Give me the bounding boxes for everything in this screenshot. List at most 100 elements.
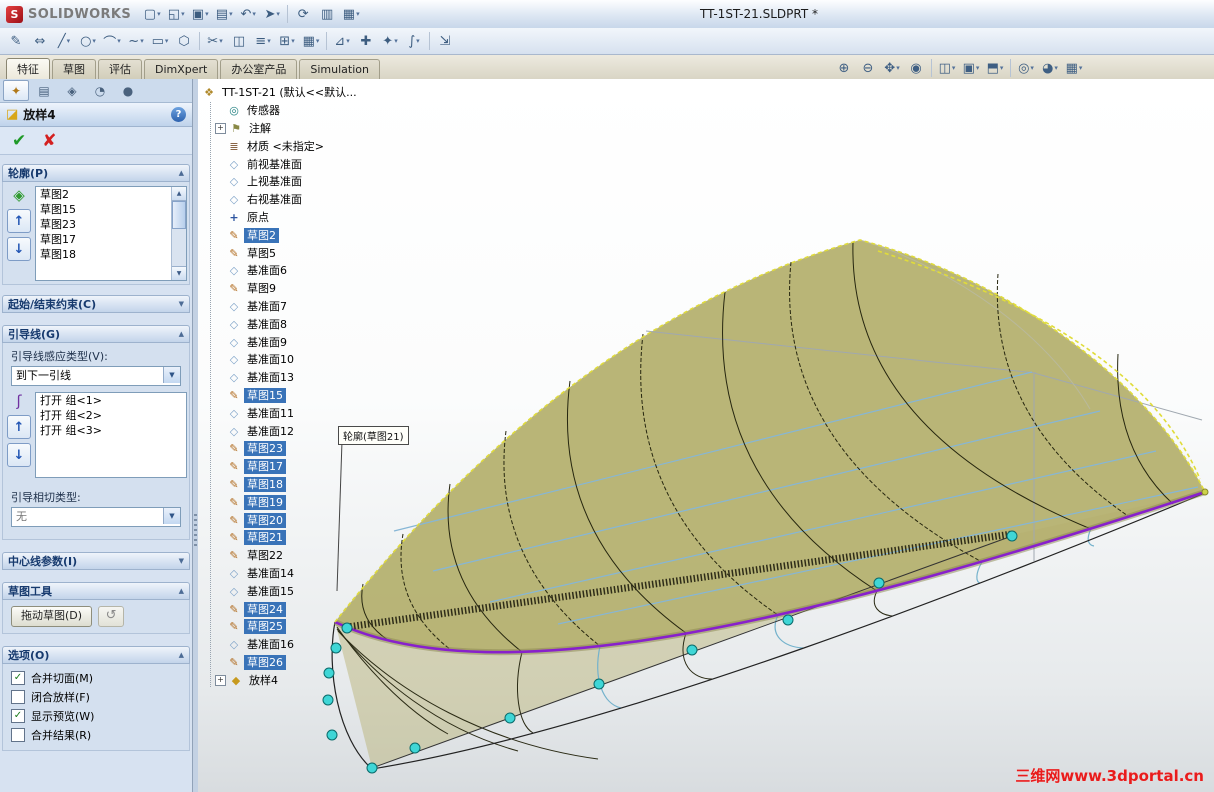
profile-list-item[interactable]: 草图18	[36, 247, 186, 262]
tree-item[interactable]: ✎草图24	[202, 600, 387, 618]
save-icon[interactable]: ▣▾	[188, 3, 212, 25]
expand-plus-icon[interactable]: +	[215, 675, 226, 686]
dropdown-arrow-icon[interactable]: ▼	[163, 367, 180, 383]
pan-icon[interactable]: ✥▾	[880, 57, 904, 79]
scroll-thumb[interactable]	[172, 201, 186, 229]
tree-item[interactable]: ◇右视基准面	[202, 191, 387, 209]
tab-Simulation[interactable]: Simulation	[299, 59, 380, 79]
file-properties-icon[interactable]: ▥	[315, 3, 339, 25]
section-header-guides[interactable]: 引导线(G) ▲	[2, 325, 190, 343]
profile-list-item[interactable]: 草图15	[36, 202, 186, 217]
rotate-view-icon[interactable]: ◉	[904, 57, 928, 79]
open-file-icon[interactable]: ◱▾	[164, 3, 188, 25]
profile-list-item[interactable]: 草图17	[36, 232, 186, 247]
tree-item[interactable]: ✎草图19	[202, 493, 387, 511]
section-header-centerline[interactable]: 中心线参数(I) ▼	[2, 552, 190, 570]
displaymanager-tab[interactable]: ◔	[87, 80, 113, 101]
guide-tangency-dropdown[interactable]: 无 ▼	[11, 507, 181, 527]
display-style-icon[interactable]: ⬒▾	[983, 57, 1007, 79]
tree-item[interactable]: ✎草图21	[202, 529, 387, 547]
expand-plus-icon[interactable]: +	[215, 123, 226, 134]
tree-item[interactable]: ◇基准面8	[202, 315, 387, 333]
hull-surface[interactable]	[335, 240, 1205, 652]
checkbox[interactable]: ✓	[11, 709, 25, 723]
tree-item[interactable]: ◇基准面13	[202, 369, 387, 387]
checkbox[interactable]: ✓	[11, 671, 25, 685]
checkbox[interactable]	[11, 690, 25, 704]
offset-icon[interactable]: ≡▾	[251, 30, 275, 52]
tree-item[interactable]: +原点	[202, 209, 387, 227]
cancel-button[interactable]: ✘	[42, 131, 56, 151]
spline-tools-icon[interactable]: ∫▾	[402, 30, 426, 52]
guide-down-button[interactable]: ↓	[7, 443, 31, 467]
tree-item[interactable]: ✎草图5	[202, 244, 387, 262]
undo-icon[interactable]: ↺	[98, 606, 124, 627]
tree-item[interactable]: ◇基准面6	[202, 262, 387, 280]
tree-item[interactable]: ✎草图20	[202, 511, 387, 529]
tree-item[interactable]: ◇基准面9	[202, 333, 387, 351]
tree-item[interactable]: ◎传感器	[202, 102, 387, 120]
tree-item[interactable]: ◇基准面11	[202, 404, 387, 422]
appearance-icon[interactable]: ◕▾	[1038, 57, 1062, 79]
tab-办公室产品[interactable]: 办公室产品	[220, 59, 297, 79]
line-icon[interactable]: ╱▾	[52, 30, 76, 52]
move-up-button[interactable]: ↑	[7, 209, 31, 233]
guides-listbox[interactable]: 打开 组<1>打开 组<2>打开 组<3>	[35, 392, 187, 478]
tree-item[interactable]: ✎草图25	[202, 618, 387, 636]
section-header-sketch-tools[interactable]: 草图工具 ▲	[2, 582, 190, 600]
dimxpert-tab[interactable]: ◈	[59, 80, 85, 101]
select-icon[interactable]: ➤▾	[260, 3, 284, 25]
section-header-profiles[interactable]: 轮廓(P) ▲	[2, 164, 190, 182]
tree-root[interactable]: ❖TT-1ST-21 (默认<<默认...	[202, 84, 387, 102]
profiles-scrollbar[interactable]: ▲ ▼	[171, 187, 186, 280]
tree-item[interactable]: ✎草图17	[202, 458, 387, 476]
tree-item[interactable]: ◇上视基准面	[202, 173, 387, 191]
convert-entities-icon[interactable]: ◫	[227, 30, 251, 52]
tree-item[interactable]: ≣材质 <未指定>	[202, 137, 387, 155]
tree-item[interactable]: ✎草图9	[202, 280, 387, 298]
polygon-icon[interactable]: ⬡	[172, 30, 196, 52]
profile-list-item[interactable]: 草图2	[36, 187, 186, 202]
tab-草图[interactable]: 草图	[52, 59, 96, 79]
scene-icon[interactable]: ▦▾	[1062, 57, 1086, 79]
guide-list-item[interactable]: 打开 组<3>	[36, 423, 186, 438]
tree-item[interactable]: ◇基准面15	[202, 582, 387, 600]
drag-sketch-button[interactable]: 拖动草图(D)	[11, 606, 92, 627]
section-header-start-end[interactable]: 起始/结束约束(C) ▼	[2, 295, 190, 313]
dropdown-arrow-icon[interactable]: ▼	[163, 508, 180, 524]
tab-DimXpert[interactable]: DimXpert	[144, 59, 218, 79]
propertymanager-tab[interactable]: ✦	[3, 80, 29, 101]
tree-item[interactable]: ◇基准面16	[202, 636, 387, 654]
guide-list-item[interactable]: 打开 组<1>	[36, 393, 186, 408]
rebuild-icon[interactable]: ⟳	[291, 3, 315, 25]
tree-item[interactable]: ✎草图26	[202, 654, 387, 672]
options-icon[interactable]: ▦▾	[339, 3, 363, 25]
arc-icon[interactable]: ⌒▾	[100, 30, 124, 52]
tree-item[interactable]: ◇基准面10	[202, 351, 387, 369]
tree-item[interactable]: ✎草图18	[202, 476, 387, 494]
tree-item[interactable]: ◇基准面14	[202, 565, 387, 583]
tab-特征[interactable]: 特征	[6, 58, 50, 80]
guide-influence-dropdown[interactable]: 到下一引线 ▼	[11, 366, 181, 386]
tree-item[interactable]: ◇前视基准面	[202, 155, 387, 173]
sketch-icon[interactable]: ✎	[4, 30, 28, 52]
undo-icon[interactable]: ↶▾	[236, 3, 260, 25]
guide-list-item[interactable]: 打开 组<2>	[36, 408, 186, 423]
trim-icon[interactable]: ✂▾	[203, 30, 227, 52]
new-file-icon[interactable]: ▢▾	[140, 3, 164, 25]
spline-icon[interactable]: ~▾	[124, 30, 148, 52]
smart-dimension-icon[interactable]: ⇔	[28, 30, 52, 52]
tab-评估[interactable]: 评估	[98, 59, 142, 79]
move-entities-icon[interactable]: ⇲	[433, 30, 457, 52]
hide-show-icon[interactable]: ◎▾	[1014, 57, 1038, 79]
rectangle-icon[interactable]: ▭▾	[148, 30, 172, 52]
section-view-icon[interactable]: ◫▾	[935, 57, 959, 79]
checkbox[interactable]	[11, 728, 25, 742]
zoom-area-icon[interactable]: ⊖	[856, 57, 880, 79]
scroll-up-icon[interactable]: ▲	[172, 187, 186, 201]
profiles-listbox[interactable]: 草图2草图15草图23草图17草图18 ▲ ▼	[35, 186, 187, 281]
repair-sketch-icon[interactable]: ✚	[354, 30, 378, 52]
guide-up-button[interactable]: ↑	[7, 415, 31, 439]
tree-item[interactable]: ◇基准面7	[202, 298, 387, 316]
configuration-tab[interactable]: ▤	[31, 80, 57, 101]
